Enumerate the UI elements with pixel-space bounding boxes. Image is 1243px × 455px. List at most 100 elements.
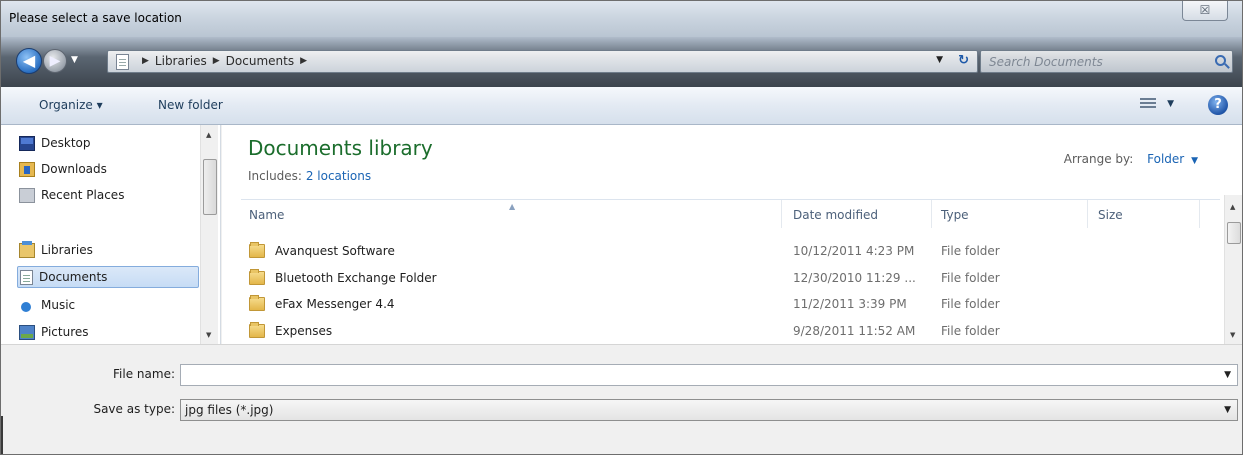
scroll-up-icon[interactable]: ▲ — [206, 131, 211, 139]
breadcrumb-separator-icon[interactable]: ▶ — [213, 56, 220, 66]
new-folder-button[interactable]: New folder — [158, 98, 223, 112]
includes-label: Includes: — [248, 169, 302, 183]
folder-icon — [249, 295, 265, 311]
dialog-title: Please select a save location — [9, 11, 182, 25]
organize-button[interactable]: Organize ▾ — [39, 98, 103, 112]
file-list-pane: Documents library Includes: 2 locations … — [222, 125, 1242, 344]
downloads-icon — [19, 161, 35, 177]
folder-icon — [249, 269, 265, 285]
documents-location-icon — [116, 54, 129, 70]
nav-item-downloads[interactable]: Downloads — [19, 158, 199, 180]
list-item[interactable]: Expenses 9/28/2011 11:52 AM File folder — [241, 320, 1220, 343]
column-size[interactable]: Size — [1098, 208, 1123, 222]
search-icon[interactable] — [1215, 55, 1226, 66]
change-view-icon[interactable] — [1140, 98, 1156, 111]
libraries-icon — [19, 240, 35, 258]
save-as-type-select[interactable]: jpg files (*.jpg) ▼ — [180, 399, 1238, 421]
library-includes: Includes: 2 locations — [248, 169, 371, 183]
close-icon: ☒ — [1199, 3, 1211, 17]
nav-item-label: Music — [41, 298, 76, 312]
nav-item-recent-places[interactable]: Recent Places — [19, 184, 199, 206]
nav-item-label: Documents — [39, 270, 108, 284]
scroll-up-icon[interactable]: ▲ — [1230, 203, 1235, 211]
nav-item-label: Downloads — [41, 162, 107, 176]
column-type[interactable]: Type — [941, 208, 969, 222]
nav-item-libraries[interactable]: Libraries — [19, 239, 199, 261]
filename-field[interactable]: ▼ — [180, 364, 1238, 386]
address-row: ◀ ▶ ▼ ▶ Libraries ▶ Documents ▶ ▼ ↻ Sear… — [1, 37, 1242, 87]
background-edge — [1, 416, 3, 454]
documents-icon — [20, 269, 33, 285]
column-divider[interactable] — [781, 200, 782, 228]
search-input[interactable]: Search Documents — [989, 55, 1103, 69]
close-button[interactable]: ☒ — [1182, 1, 1228, 21]
save-as-type-dropdown-icon[interactable]: ▼ — [1224, 405, 1231, 415]
column-header-row: ▲ Name Date modified Type Size — [241, 199, 1220, 233]
forward-button[interactable]: ▶ — [43, 49, 67, 73]
nav-item-pictures[interactable]: Pictures — [19, 321, 199, 343]
scroll-down-icon[interactable]: ▼ — [206, 331, 211, 339]
refresh-icon[interactable]: ↻ — [958, 53, 969, 68]
breadcrumb-documents[interactable]: Documents — [226, 54, 294, 68]
file-name: Avanquest Software — [275, 244, 395, 258]
column-name[interactable]: Name — [249, 208, 284, 222]
list-item[interactable]: Avanquest Software 10/12/2011 4:23 PM Fi… — [241, 240, 1220, 263]
file-list-scroll-thumb[interactable] — [1227, 222, 1241, 244]
scroll-down-icon[interactable]: ▼ — [1230, 331, 1235, 339]
search-box[interactable]: Search Documents — [980, 50, 1233, 73]
file-name: Bluetooth Exchange Folder — [275, 271, 437, 285]
save-form: File name: ▼ Save as type: jpg files (*.… — [1, 344, 1242, 454]
list-item[interactable]: Bluetooth Exchange Folder 12/30/2010 11:… — [241, 267, 1220, 290]
nav-item-label: Recent Places — [41, 188, 125, 202]
help-icon[interactable]: ? — [1208, 95, 1228, 115]
library-title: Documents library — [248, 136, 433, 160]
navigation-pane: Desktop Downloads Recent Places Librarie… — [1, 125, 221, 344]
column-date-modified[interactable]: Date modified — [793, 208, 878, 222]
nav-pane-scrollbar[interactable]: ▲ ▼ — [200, 125, 218, 344]
back-button[interactable]: ◀ — [16, 48, 42, 74]
breadcrumb-separator-icon[interactable]: ▶ — [142, 56, 149, 66]
pictures-icon — [19, 324, 35, 340]
nav-item-label: Libraries — [41, 243, 93, 257]
recent-pages-dropdown[interactable]: ▼ — [71, 55, 78, 65]
arrange-by-label: Arrange by: — [1063, 152, 1134, 166]
sort-ascending-icon: ▲ — [509, 202, 516, 211]
desktop-icon — [19, 135, 35, 151]
view-options-dropdown-icon[interactable]: ▼ — [1167, 99, 1174, 109]
save-as-type-label: Save as type: — [93, 402, 175, 416]
file-list-scrollbar[interactable]: ▲ ▼ — [1224, 195, 1242, 344]
nav-pane-scroll-thumb[interactable] — [203, 159, 217, 215]
list-item[interactable]: eFax Messenger 4.4 11/2/2011 3:39 PM Fil… — [241, 293, 1220, 316]
file-name: eFax Messenger 4.4 — [275, 297, 395, 311]
filename-dropdown-icon[interactable]: ▼ — [1224, 370, 1231, 380]
column-divider[interactable] — [1087, 200, 1088, 228]
nav-item-label: Pictures — [41, 325, 89, 339]
file-type: File folder — [941, 324, 1000, 338]
file-date: 11/2/2011 3:39 PM — [793, 297, 907, 311]
breadcrumb-separator-icon[interactable]: ▶ — [300, 56, 307, 66]
arrange-dropdown-icon[interactable]: ▼ — [1191, 156, 1198, 166]
file-type: File folder — [941, 244, 1000, 258]
address-dropdown-icon[interactable]: ▼ — [936, 55, 943, 65]
includes-locations-link[interactable]: 2 locations — [306, 169, 371, 183]
filename-label: File name: — [113, 367, 175, 381]
column-divider[interactable] — [931, 200, 932, 228]
column-divider[interactable] — [1199, 200, 1200, 228]
file-date: 10/12/2011 4:23 PM — [793, 244, 915, 258]
music-icon — [21, 302, 31, 312]
nav-item-documents[interactable]: Documents — [17, 266, 199, 288]
nav-item-music[interactable]: Music — [19, 294, 199, 316]
folder-icon — [249, 242, 265, 258]
breadcrumb-libraries[interactable]: Libraries — [155, 54, 207, 68]
nav-item-desktop[interactable]: Desktop — [19, 132, 199, 154]
file-type: File folder — [941, 271, 1000, 285]
nav-item-label: Desktop — [41, 136, 91, 150]
breadcrumb: ▶ Libraries ▶ Documents ▶ — [136, 54, 313, 68]
arrange-by-dropdown[interactable]: Folder — [1147, 152, 1184, 166]
address-bar[interactable]: ▶ Libraries ▶ Documents ▶ ▼ ↻ — [107, 50, 978, 73]
title-bar: Please select a save location ☒ — [1, 1, 1242, 37]
command-toolbar: Organize ▾ New folder ▼ ? — [1, 87, 1242, 125]
file-date: 12/30/2010 11:29 ... — [793, 271, 916, 285]
file-name: Expenses — [275, 324, 333, 338]
file-type: File folder — [941, 297, 1000, 311]
